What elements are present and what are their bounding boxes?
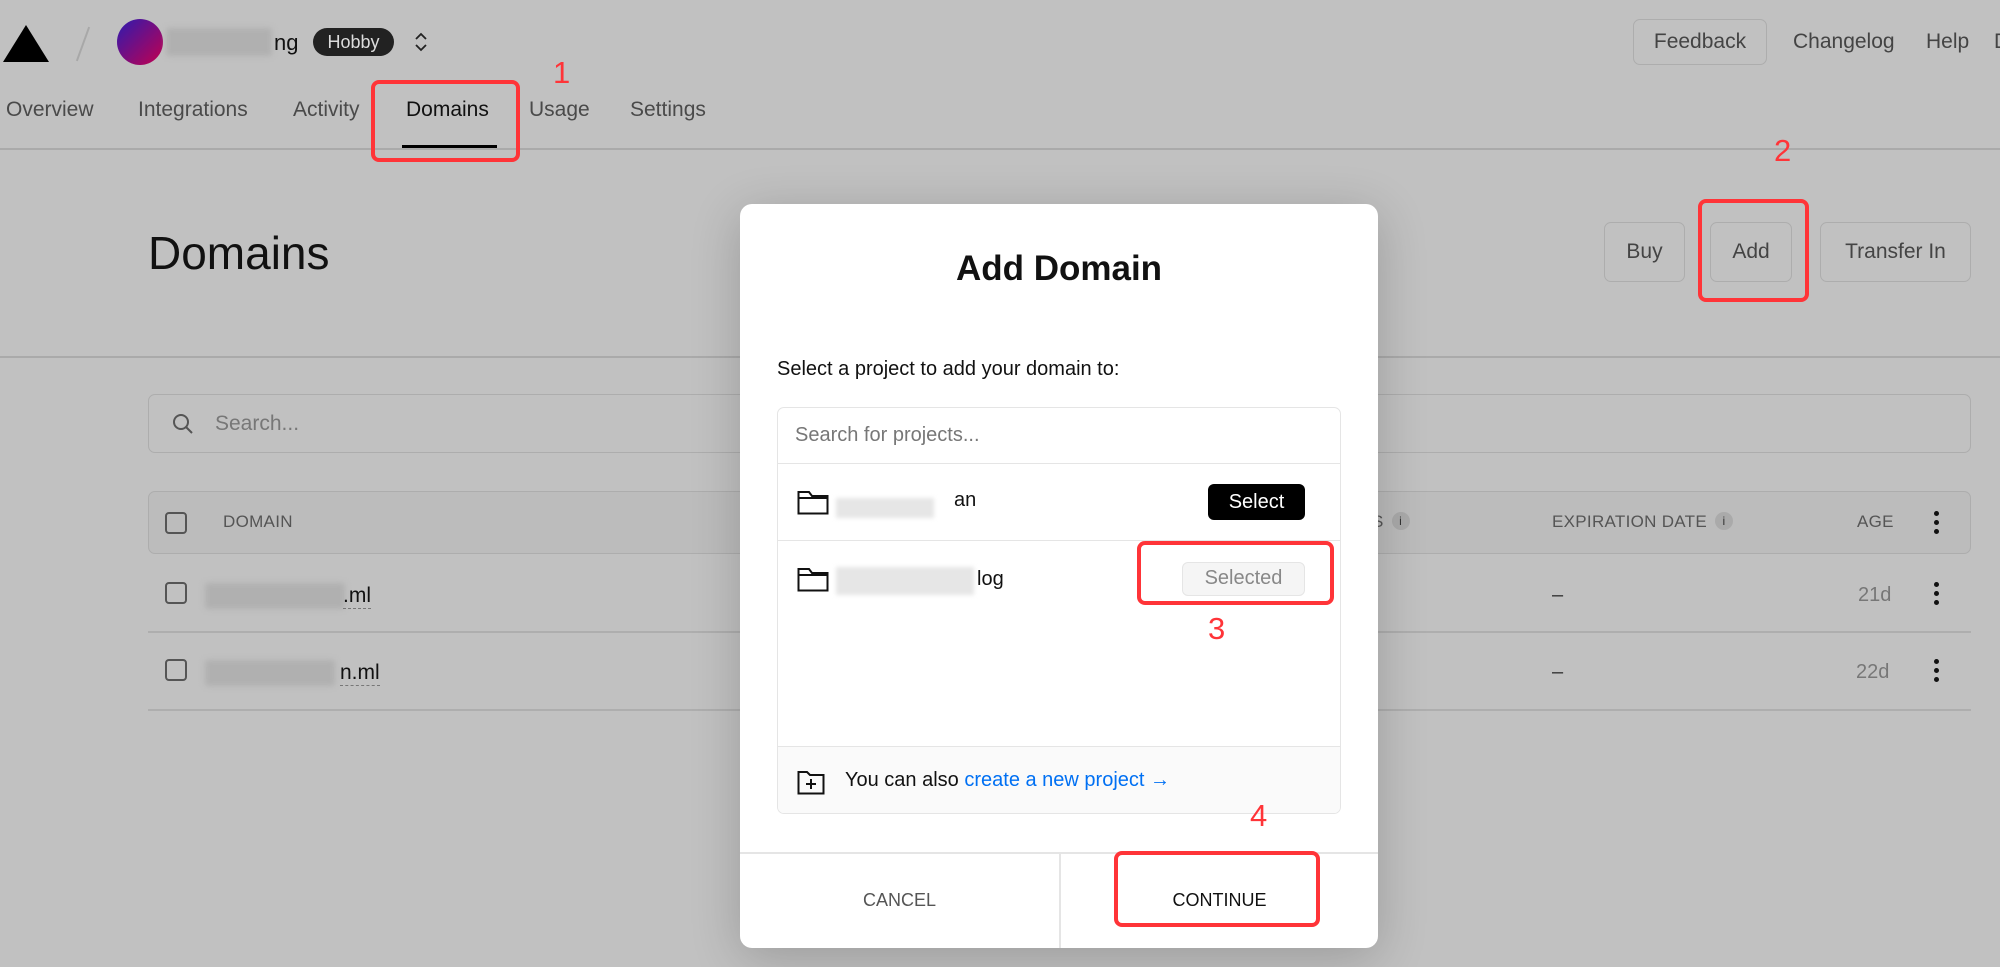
annotation-number: 2: [1774, 133, 1792, 168]
modal-title: Add Domain: [955, 249, 1163, 288]
cut-off-nav-item[interactable]: D: [1994, 30, 2000, 54]
chevron-up-down-icon[interactable]: [413, 30, 429, 54]
project-item[interactable]: an Select: [778, 464, 1340, 541]
more-options-icon[interactable]: [1934, 511, 1940, 538]
plan-badge: Hobby: [313, 28, 394, 56]
column-age: AGE: [1857, 512, 1894, 531]
project-list: Search for projects... an Select log Sel…: [777, 407, 1341, 814]
project-search-placeholder: Search for projects...: [795, 424, 980, 446]
annotation-number: 4: [1250, 798, 1268, 833]
buy-button[interactable]: Buy: [1604, 222, 1685, 282]
age-value: 21d: [1858, 584, 1892, 606]
help-link[interactable]: Help: [1926, 30, 1969, 54]
annotation-number: 1: [553, 55, 571, 90]
annotation-box-1: [371, 80, 520, 162]
create-project-link[interactable]: create a new project →: [964, 769, 1170, 791]
redacted-project-name: [836, 567, 974, 595]
select-all-checkbox[interactable]: [165, 512, 187, 534]
project-name: an: [954, 489, 977, 511]
expiration-value: –: [1552, 661, 1564, 683]
breadcrumb-separator: [75, 26, 91, 62]
domain-link[interactable]: .ml: [343, 584, 371, 609]
age-value: 22d: [1856, 661, 1890, 683]
tab-activity[interactable]: Activity: [293, 98, 360, 122]
redacted-domain: [205, 660, 335, 686]
redacted-domain: [205, 583, 345, 609]
row-options-icon[interactable]: [1934, 659, 1940, 686]
footer-text: You can also create a new project →: [845, 769, 1171, 791]
column-expiration-date: EXPIRATION DATE i: [1552, 512, 1734, 532]
domain-link[interactable]: n.ml: [340, 661, 380, 686]
tab-usage[interactable]: Usage: [529, 98, 590, 122]
row-checkbox[interactable]: [165, 582, 187, 604]
tab-settings[interactable]: Settings: [630, 98, 706, 122]
modal-label: Select a project to add your domain to:: [777, 358, 1120, 380]
annotation-box-4: [1114, 851, 1320, 927]
column-domain: DOMAIN: [223, 512, 293, 531]
tab-overview[interactable]: Overview: [6, 98, 94, 122]
avatar[interactable]: [117, 19, 163, 65]
project-search-input[interactable]: Search for projects...: [778, 408, 1340, 464]
folder-icon: [797, 491, 829, 515]
annotation-number: 3: [1208, 611, 1226, 646]
transfer-in-button[interactable]: Transfer In: [1820, 222, 1971, 282]
info-icon[interactable]: i: [1715, 512, 1734, 530]
select-project-button[interactable]: Select: [1208, 484, 1305, 520]
expiration-value: –: [1552, 584, 1564, 606]
tab-integrations[interactable]: Integrations: [138, 98, 248, 122]
page-title: Domains: [148, 227, 330, 279]
team-name[interactable]: ng: [274, 30, 298, 56]
row-checkbox[interactable]: [165, 659, 187, 681]
logo-icon[interactable]: [3, 25, 49, 62]
search-icon: [173, 414, 193, 434]
cancel-button[interactable]: CANCEL: [740, 853, 1059, 948]
annotation-box-2: [1698, 199, 1809, 302]
search-placeholder: Search...: [215, 412, 300, 435]
header-divider: [0, 148, 2000, 150]
feedback-button[interactable]: Feedback: [1633, 19, 1767, 65]
changelog-link[interactable]: Changelog: [1793, 30, 1895, 54]
project-name: log: [977, 568, 1004, 590]
new-folder-icon: [797, 771, 825, 795]
redacted-team-name: [166, 28, 272, 56]
row-options-icon[interactable]: [1934, 582, 1940, 609]
folder-icon: [797, 568, 829, 592]
info-icon[interactable]: i: [1391, 512, 1410, 530]
redacted-project-name: [836, 498, 934, 518]
annotation-box-3: [1137, 541, 1334, 605]
